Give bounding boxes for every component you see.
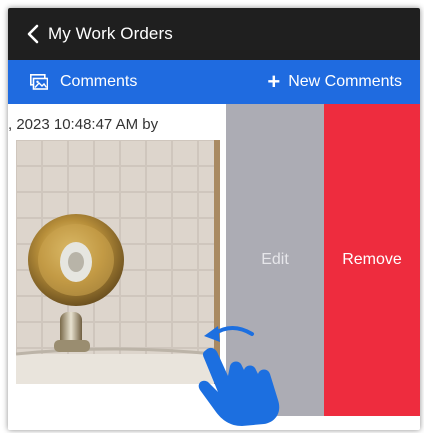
- comments-tab[interactable]: Comments: [30, 73, 137, 91]
- nav-bar: My Work Orders: [8, 8, 420, 60]
- photo-comments-icon: [30, 74, 48, 90]
- remove-button[interactable]: Remove: [324, 104, 420, 416]
- chevron-left-icon: [27, 24, 39, 44]
- comment-row[interactable]: , 2023 10:48:47 AM by Edit Remove: [8, 104, 420, 430]
- comments-label: Comments: [60, 73, 138, 90]
- app-frame: My Work Orders Comments + New Comments ,…: [8, 8, 420, 430]
- swipe-left-hand-icon: [198, 326, 280, 426]
- new-comments-label: New Comments: [288, 73, 402, 90]
- remove-label: Remove: [342, 251, 402, 268]
- edit-label: Edit: [261, 251, 289, 268]
- comment-photo[interactable]: [16, 140, 214, 384]
- back-button[interactable]: [26, 24, 40, 44]
- plus-icon: +: [267, 69, 281, 94]
- bathroom-photo: [16, 140, 214, 384]
- comment-timestamp: , 2023 10:48:47 AM by: [8, 116, 159, 133]
- swipe-hint: [190, 320, 290, 426]
- page-title: My Work Orders: [48, 24, 173, 43]
- new-comments-button[interactable]: + New Comments: [267, 71, 402, 93]
- comments-toolbar: Comments + New Comments: [8, 60, 420, 104]
